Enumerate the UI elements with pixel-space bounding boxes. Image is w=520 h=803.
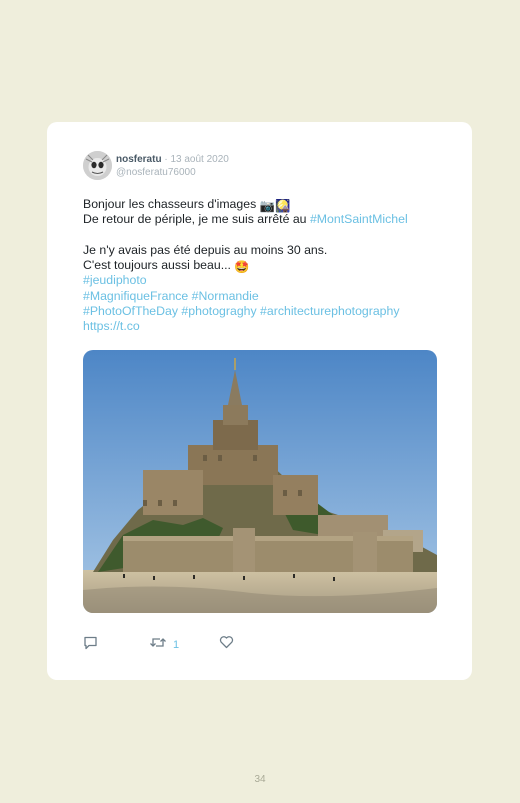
tweet-text-line: C'est toujours aussi beau... 🤩 <box>83 258 443 275</box>
retweet-button[interactable]: 1 <box>149 635 179 655</box>
author-line: nosferatu · 13 août 2020 <box>116 153 229 166</box>
retweet-count: 1 <box>173 639 180 651</box>
tweet-text-segment: C'est toujours aussi beau... <box>83 258 235 273</box>
tweet-date[interactable]: · 13 août 2020 <box>164 154 229 165</box>
tweet-text-line: https://t.co <box>83 319 443 334</box>
author-name[interactable]: nosferatu <box>116 154 162 165</box>
author-handle[interactable]: @nosferatu76000 <box>116 166 196 179</box>
like-button[interactable] <box>219 635 234 654</box>
hashtag-link[interactable]: #MagnifiqueFrance #Normandie <box>83 289 259 303</box>
tweet-text-segment: Bonjour les chasseurs d'images <box>83 197 260 211</box>
tweet-text-line: #jeudiphoto <box>83 273 443 288</box>
tweet-text-line: #PhotoOfTheDay #photograghy #architectur… <box>83 304 443 319</box>
tweet-actions: 1 <box>83 635 283 653</box>
reply-button[interactable] <box>83 635 98 655</box>
hashtag-link[interactable]: #jeudiphoto <box>83 273 147 287</box>
tweet-text-line: Bonjour les chasseurs d'images 📷🎑 <box>83 197 443 213</box>
tweet-photo[interactable] <box>83 350 437 613</box>
tweet-text-segment: Je n'y avais pas été depuis au moins 30 … <box>83 242 328 257</box>
tweet-text-line: #MagnifiqueFrance #Normandie <box>83 289 443 304</box>
reply-icon <box>83 635 98 655</box>
tweet-text-segment: De retour de périple, je me suis arrêté … <box>83 212 310 227</box>
retweet-icon <box>149 635 167 655</box>
hashtag-link[interactable]: https://t.co <box>83 319 140 333</box>
avatar[interactable] <box>83 151 112 180</box>
page-number: 34 <box>254 774 266 785</box>
tweet-text-line: Je n'y avais pas été depuis au moins 30 … <box>83 243 443 258</box>
hashtag-link[interactable]: #PhotoOfTheDay #photograghy #architectur… <box>83 304 400 318</box>
tweet-text: Bonjour les chasseurs d'images 📷🎑 De reto… <box>83 197 443 335</box>
emoji-icon: 🤩 <box>234 260 250 275</box>
tweet-card: nosferatu · 13 août 2020 @nosferatu76000… <box>47 122 472 680</box>
hashtag-link[interactable]: #MontSaintMichel <box>310 212 408 226</box>
heart-icon <box>219 635 234 654</box>
tweet-text-line: De retour de périple, je me suis arrêté … <box>83 212 443 227</box>
